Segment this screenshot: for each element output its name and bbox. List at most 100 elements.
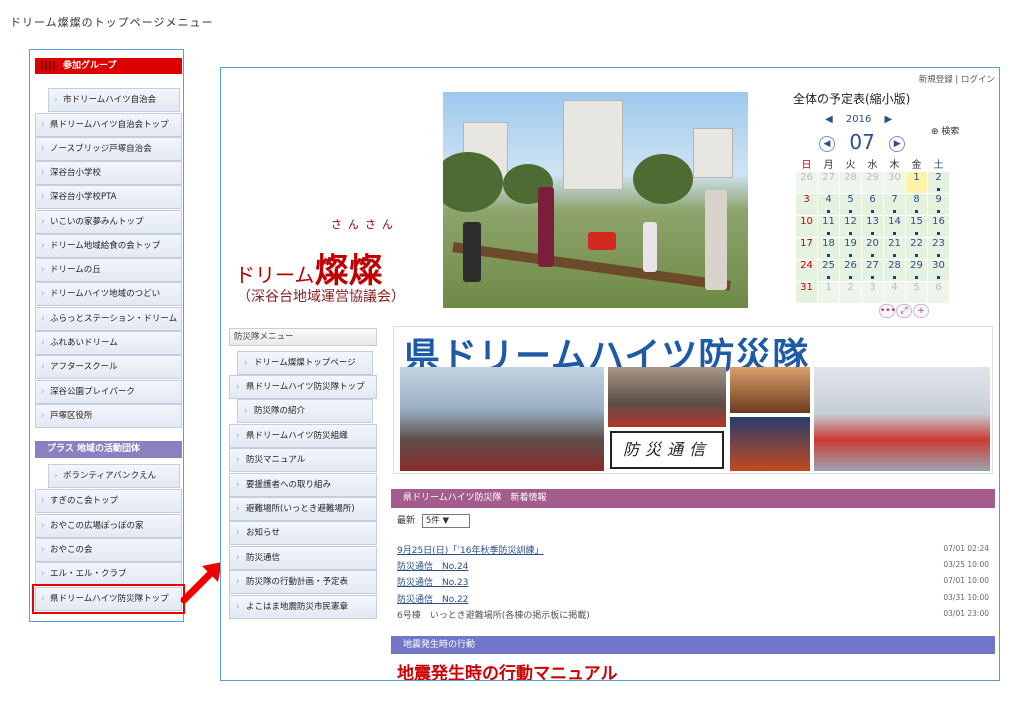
next-year-icon[interactable]: ▶ [885,114,893,125]
calendar-year-nav: ◀ 2016 ▶ [825,114,892,125]
calendar-day[interactable]: 21 [883,237,906,260]
calendar-day[interactable]: 29 [905,259,928,282]
calendar-day[interactable]: 5 [839,193,862,216]
sub-menu-item[interactable]: お知らせ [229,521,377,545]
calendar-day[interactable]: 8 [905,193,928,216]
group-header-plus: プラス 地域の活動団体 [35,441,182,458]
plus-menu-item[interactable]: おやこの広場ぽっぽの家 [35,514,182,538]
news-title-link[interactable]: 防災通信 No.23 [397,578,468,588]
group-menu-item[interactable]: ノースブリッジ戸塚自治会 [35,137,182,161]
calendar-day[interactable]: 14 [883,215,906,238]
group-menu-item[interactable]: いこいの家夢みんトップ [35,210,182,234]
sub-menu-item[interactable]: 県ドリームハイツ防災隊トップ [229,375,377,399]
sub-menu-item[interactable]: 要援護者への取り組み [229,473,377,497]
calendar-day[interactable]: 6 [927,281,950,304]
calendar-day[interactable]: 1 [817,281,840,304]
sub-menu-item[interactable]: 防災マニュアル [229,448,377,472]
next-month-icon[interactable]: ▶ [889,135,906,152]
sub-menu-item[interactable]: 避難場所(いっとき避難場所) [229,497,377,521]
news-title-link[interactable]: 9月25日(日)「’16年秋季防災訓練」 [397,546,544,556]
plus-menu-item[interactable]: ボランティアバンクえん [48,464,180,488]
calendar-day[interactable]: 28 [839,171,862,194]
calendar-day[interactable]: 2 [839,281,862,304]
page-caption: ドリーム燦燦のトップページメニュー [10,16,214,29]
calendar-day[interactable]: 9 [927,193,950,216]
calendar-day[interactable]: 27 [817,171,840,194]
calendar-day[interactable]: 3 [795,193,818,216]
add-icon[interactable]: + [913,304,929,318]
calendar-day[interactable]: 27 [861,259,884,282]
calendar-day[interactable]: 12 [839,215,862,238]
calendar-day[interactable]: 11 [817,215,840,238]
calendar-day[interactable]: 30 [883,171,906,194]
calendar-day[interactable]: 4 [883,281,906,304]
calendar-day[interactable]: 24 [795,259,818,282]
calendar-day[interactable]: 30 [927,259,950,282]
sub-menu-item[interactable]: 県ドリームハイツ防災組織 [229,424,377,448]
site-logo[interactable]: ドリーム燦燦 [235,243,382,292]
plus-menu-item[interactable]: エル・エル・クラブ [35,562,182,586]
calendar-day[interactable]: 20 [861,237,884,260]
sub-menu-item[interactable]: 防災隊の行動計画・予定表 [229,570,377,594]
calendar-tools: ••• ⤢ + [879,304,930,318]
calendar-day[interactable]: 5 [905,281,928,304]
calendar-day[interactable]: 1 [905,171,928,194]
calendar-day[interactable]: 29 [861,171,884,194]
prev-month-icon[interactable]: ◀ [819,135,835,152]
sub-menu-item[interactable]: 防災通信 [229,546,377,570]
news-filter: 最新 5件 ▼ [397,513,470,528]
news-title-link[interactable]: 6号棟 いっとき避難場所(各棟の掲示板に掲載) [397,611,590,621]
calendar-day[interactable]: 15 [905,215,928,238]
calendar-day[interactable]: 4 [817,193,840,216]
more-icon[interactable]: ••• [879,304,896,318]
group-menu-item[interactable]: ふらっとステーション・ドリーム [35,307,182,331]
calendar-day[interactable]: 7 [883,193,906,216]
group-menu-item[interactable]: 深谷台小学校PTA [35,185,182,209]
auth-links[interactable]: 新規登録 | ログイン [919,73,995,85]
calendar-day[interactable]: 25 [817,259,840,282]
news-title-link[interactable]: 防災通信 No.24 [397,562,468,572]
sub-menu-item[interactable]: よこはま地震防災市民憲章 [229,595,377,619]
group-menu-item[interactable]: 戸塚区役所 [35,404,182,428]
group-menu-item[interactable]: ドリームの丘 [35,258,182,282]
calendar-day[interactable]: 22 [905,237,928,260]
calendar-day[interactable]: 26 [839,259,862,282]
calendar-day[interactable]: 17 [795,237,818,260]
search-link[interactable]: ⊕ 検索 [931,124,959,137]
calendar-day[interactable]: 31 [795,281,818,304]
group-menu-item[interactable]: ドリーム地域給食の会トップ [35,234,182,258]
group-menu-item[interactable]: 県ドリームハイツ自治会トップ [35,113,182,137]
news-date: 03/25 10:00 [943,560,989,569]
group-menu-item[interactable]: ドリームハイツ地域のつどい [35,282,182,306]
calendar-day[interactable]: 13 [861,215,884,238]
hero-photo [443,92,748,308]
calendar-day[interactable]: 19 [839,237,862,260]
prev-year-icon[interactable]: ◀ [825,114,833,125]
calendar-day[interactable]: 16 [927,215,950,238]
calendar-day[interactable]: 6 [861,193,884,216]
calendar-day[interactable]: 10 [795,215,818,238]
plus-menu-item[interactable]: おやこの会 [35,538,182,562]
expand-icon[interactable]: ⤢ [896,304,912,318]
sub-menu-item[interactable]: ドリーム燦燦トップページ [237,351,373,375]
bousai-top-menu-item[interactable]: 県ドリームハイツ防災隊トップ [32,584,185,614]
group-menu-item[interactable]: 深谷公園プレイパーク [35,380,182,404]
calendar-day[interactable]: 2 [927,171,950,194]
group-menu-item[interactable]: アフタースクール [35,355,182,379]
calendar-day[interactable]: 3 [861,281,884,304]
calendar-day[interactable]: 18 [817,237,840,260]
banner-caption: 防災通信 [610,431,724,469]
calendar-day[interactable]: 28 [883,259,906,282]
calendar-day[interactable]: 26 [795,171,818,194]
weekday-label: 日 [801,160,812,171]
group-menu-item[interactable]: ふれあいドリーム [35,331,182,355]
group-menu-item[interactable]: 市ドリームハイツ自治会 [48,88,180,112]
news-header: 県ドリームハイツ防災隊 新着情報 [391,489,995,508]
earthquake-manual-link[interactable]: 地震発生時の行動マニュアル [397,659,618,680]
news-title-link[interactable]: 防災通信 No.22 [397,595,468,605]
news-count-select[interactable]: 5件 ▼ [421,514,470,528]
calendar-day[interactable]: 23 [927,237,950,260]
sub-menu-item[interactable]: 防災隊の紹介 [237,399,373,423]
group-menu-item[interactable]: 深谷台小学校 [35,161,182,185]
plus-menu-item[interactable]: すぎのこ会トップ [35,489,182,513]
